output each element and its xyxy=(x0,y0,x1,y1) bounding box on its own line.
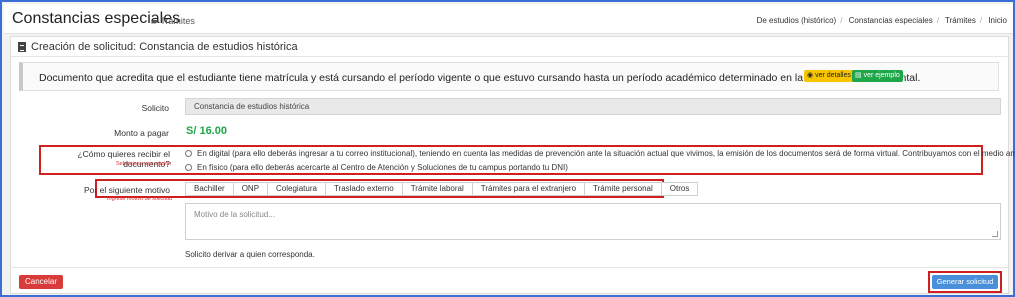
submit-button[interactable]: Generar solicitud xyxy=(932,275,998,289)
delivery-option-physical[interactable]: En físico (para ello deberás acercarte a… xyxy=(185,163,568,172)
solicito-label: Solicito xyxy=(141,103,169,113)
motive-option[interactable]: Trámite laboral xyxy=(401,182,473,196)
motive-hint: Ingrese motivo de solicitud xyxy=(107,196,173,202)
delivery-option-digital-label: En digital (para ello deberás ingresar a… xyxy=(197,149,1015,158)
breadcrumb-item[interactable]: Inicio xyxy=(988,16,1007,25)
breadcrumb-separator: / xyxy=(979,16,983,25)
file-icon: ▤ xyxy=(855,72,862,79)
breadcrumb-item[interactable]: De estudios (histórico) xyxy=(757,16,837,25)
eye-icon: ◉ xyxy=(807,72,814,79)
breadcrumb-separator: / xyxy=(936,16,939,25)
details-button[interactable]: ◉ ver detalles xyxy=(804,70,854,82)
motive-textarea[interactable]: Motivo de la solicitud... xyxy=(185,203,1001,240)
motive-option[interactable]: Colegiatura xyxy=(267,182,326,196)
panel-title: Creación de solicitud: Constancia de est… xyxy=(31,41,298,53)
motive-option[interactable]: Trámites para el extranjero xyxy=(471,182,586,196)
motive-option[interactable]: Bachiller xyxy=(185,182,234,196)
page-subtitle: ▰ Trámites xyxy=(151,16,195,27)
radio-physical[interactable] xyxy=(185,164,192,171)
page-header: Constancias especiales ▰ Trámites De est… xyxy=(4,4,1013,34)
derive-text: Solicito derivar a quien corresponda. xyxy=(185,250,315,259)
breadcrumb: De estudios (histórico) / Constancias esp… xyxy=(757,16,1007,25)
motive-placeholder: Motivo de la solicitud... xyxy=(194,210,275,219)
breadcrumb-item[interactable]: Constancias especiales xyxy=(849,16,933,25)
app-frame: Constancias especiales ▰ Trámites De est… xyxy=(0,0,1015,297)
delivery-option-physical-label: En físico (para ello deberás acercarte a… xyxy=(197,163,568,172)
example-button[interactable]: ▤ ver ejemplo xyxy=(852,70,903,82)
info-callout: Documento que acredita que el estudiante… xyxy=(19,62,999,91)
breadcrumb-item[interactable]: Trámites xyxy=(945,16,976,25)
motive-option[interactable]: ONP xyxy=(232,182,269,196)
panel-header: Creación de solicitud: Constancia de est… xyxy=(11,37,1008,57)
document-icon xyxy=(18,42,26,52)
motive-option[interactable]: Traslado externo xyxy=(324,182,403,196)
breadcrumb-separator: / xyxy=(840,16,843,25)
amount-value: S/ 16.00 xyxy=(186,125,227,137)
motive-option[interactable]: Trámite personal xyxy=(584,182,662,196)
info-text: Documento que acredita que el estudiante… xyxy=(39,72,921,84)
footer-divider xyxy=(11,267,1008,268)
radio-digital[interactable] xyxy=(185,150,192,157)
folder-icon: ▰ xyxy=(151,16,158,26)
request-panel: Creación de solicitud: Constancia de est… xyxy=(10,36,1015,294)
resize-handle-icon[interactable] xyxy=(992,231,998,237)
motive-options: Bachiller ONP Colegiatura Traslado exter… xyxy=(185,182,699,196)
motive-option[interactable]: Otros xyxy=(660,182,699,196)
amount-label: Monto a pagar xyxy=(114,128,169,138)
solicito-field: Constancia de estudios histórica xyxy=(185,98,1001,115)
cancel-button[interactable]: Cancelar xyxy=(19,275,63,289)
details-button-label: ver detalles xyxy=(815,72,851,79)
page-subtitle-label: Trámites xyxy=(160,16,195,26)
motive-label: Por el siguiente motivo xyxy=(84,185,170,195)
example-button-label: ver ejemplo xyxy=(863,72,900,79)
delivery-hint: Selecciona una opción xyxy=(116,161,172,167)
delivery-option-digital[interactable]: En digital (para ello deberás ingresar a… xyxy=(185,149,1015,158)
